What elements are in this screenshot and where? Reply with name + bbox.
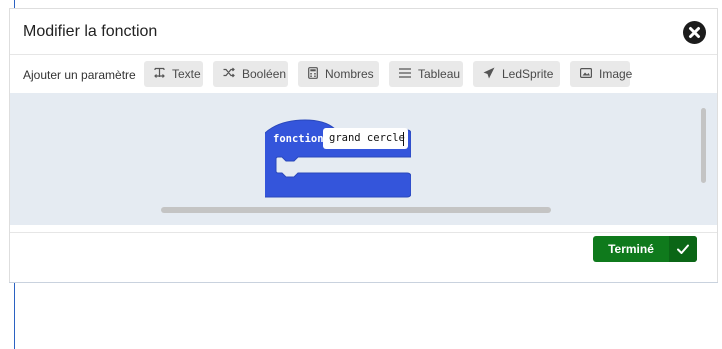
add-number-param-label: Nombres [325,67,374,81]
done-check-area [669,236,697,262]
function-name-field[interactable]: grand cercle [323,128,408,149]
add-boolean-param-label: Booléen [242,67,287,81]
close-icon [689,27,700,38]
checkmark-icon [677,244,689,254]
background-divider [9,282,718,283]
shuffle-icon [223,67,235,81]
list-icon [399,67,411,81]
function-definition-block[interactable] [265,111,411,201]
add-ledsprite-param-button[interactable]: LedSprite [473,61,560,87]
function-keyword: fonction [273,133,324,145]
add-parameter-label: Ajouter un paramètre [23,68,136,82]
close-button[interactable] [683,21,706,44]
text-icon [154,67,165,81]
add-array-param-label: Tableau [418,67,461,81]
add-number-param-button[interactable]: Nombres [298,61,379,87]
add-array-param-button[interactable]: Tableau [389,61,463,87]
add-text-param-label: Texte [172,67,201,81]
add-boolean-param-button[interactable]: Booléen [213,61,288,87]
dialog-title: Modifier la fonction [23,23,158,40]
vertical-scrollbar[interactable] [701,108,706,183]
done-button-label: Terminé [608,242,654,256]
add-image-param-label: Image [599,67,633,81]
add-image-param-button[interactable]: Image [570,61,633,87]
horizontal-scrollbar[interactable] [161,207,551,213]
text-caret [403,132,404,146]
paper-plane-icon [483,67,495,82]
add-parameter-bar: Ajouter un paramètre Texte Booléen Nombr… [10,56,717,94]
done-button[interactable]: Terminé [593,236,697,262]
add-text-param-button[interactable]: Texte [144,61,203,87]
calculator-icon [308,66,318,82]
add-ledsprite-param-label: LedSprite [502,67,554,81]
dialog-header: Modifier la fonction [10,9,717,55]
image-icon [580,67,593,81]
